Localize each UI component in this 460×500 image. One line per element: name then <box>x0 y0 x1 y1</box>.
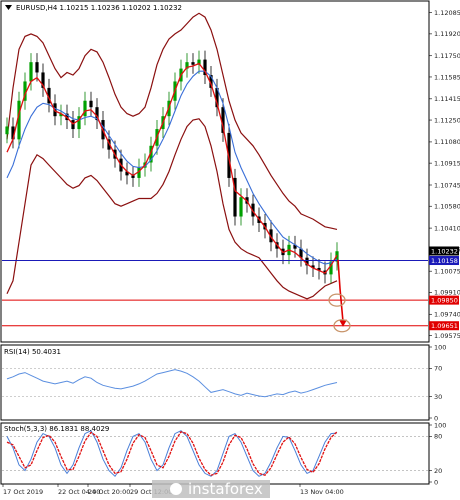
candle-body <box>29 62 33 82</box>
y-tick-label: 1.11415 <box>434 95 460 103</box>
y-tick-label: 1.11750 <box>434 52 460 60</box>
rsi-tick-label: 30 <box>434 393 442 401</box>
y-tick-label: 1.10580 <box>434 203 460 211</box>
price-tag-label: 1.10158 <box>431 257 458 265</box>
y-tick-label: 1.10915 <box>434 159 460 167</box>
candle-body <box>89 100 93 108</box>
stoch-tick-label: 20 <box>434 467 442 475</box>
stoch-tick-label: 100 <box>434 421 446 429</box>
rsi-title: RSI(14) 50.4031 <box>4 348 61 356</box>
stoch-tick-label: 80 <box>434 433 442 441</box>
watermark-text: instaforex <box>188 480 263 498</box>
y-tick-label: 1.11080 <box>434 138 460 146</box>
rsi-tick-label: 70 <box>434 365 442 373</box>
rsi-panel <box>0 344 430 421</box>
price-tag-label: 1.09850 <box>431 297 458 305</box>
candle-body <box>83 100 87 117</box>
watermark-logo-icon <box>170 483 182 495</box>
y-tick-label: 1.10410 <box>434 224 460 232</box>
candle-body <box>35 62 39 73</box>
price-tag-label: 1.09651 <box>431 322 458 330</box>
x-tick-label: 13 Nov 04:00 <box>300 488 344 496</box>
main-panel <box>0 0 430 343</box>
y-tick-label: 1.11585 <box>434 73 460 81</box>
main-title: EURUSD,H4 1.10215 1.10236 1.10202 1.1023… <box>16 4 182 12</box>
y-tick-label: 1.09740 <box>434 311 460 319</box>
rsi-tick-label: 100 <box>434 343 446 351</box>
candle-body <box>191 62 195 65</box>
chart-canvas: EURUSD,H4 1.10215 1.10236 1.10202 1.1023… <box>0 0 460 500</box>
candle-body <box>239 197 243 217</box>
y-tick-label: 1.09910 <box>434 289 460 297</box>
y-tick-label: 1.11250 <box>434 116 460 124</box>
y-tick-label: 1.11920 <box>434 30 460 38</box>
x-tick-label: 17 Oct 2019 <box>3 488 43 496</box>
y-tick-label: 1.09575 <box>434 332 460 340</box>
y-tick-label: 1.10745 <box>434 181 460 189</box>
y-tick-label: 1.12085 <box>434 9 460 17</box>
price-tag-label: 1.10232 <box>431 247 458 255</box>
candle-body <box>5 126 9 135</box>
stoch-title: Stoch(5,3,3) 86.1831 88.4029 <box>4 425 109 433</box>
stoch-tick-label: 0 <box>434 478 438 486</box>
y-tick-label: 1.10075 <box>434 267 460 275</box>
x-tick-label: 24 Oct 20:00 <box>88 488 130 496</box>
